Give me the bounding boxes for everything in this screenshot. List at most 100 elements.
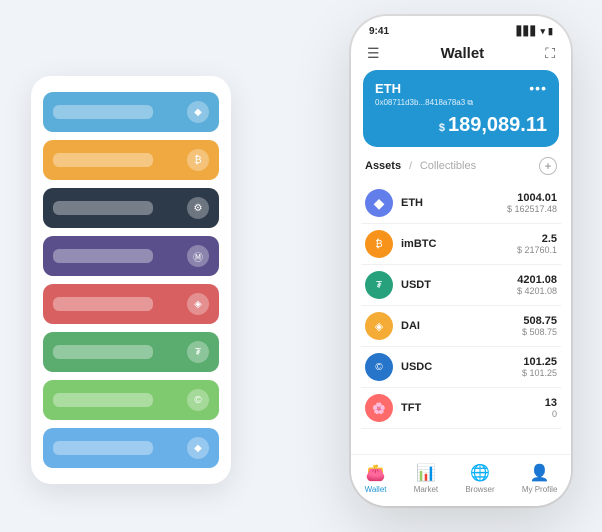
list-item[interactable]: ₿	[43, 140, 219, 180]
menu-icon[interactable]: ☰	[367, 45, 380, 62]
usdt-icon: ₮	[365, 271, 393, 299]
card-bar	[53, 441, 153, 455]
list-item[interactable]: Ⓜ	[43, 236, 219, 276]
table-row[interactable]: ₿ imBTC 2.5 $ 21760.1	[361, 224, 561, 265]
asset-amount: 508.75	[522, 315, 557, 327]
copy-icon[interactable]: ⧉	[467, 98, 473, 107]
eth-card[interactable]: ETH ••• 0x08711d3b...8418a78a3 ⧉ $189,08…	[363, 70, 559, 147]
card-icon: ⚙	[187, 197, 209, 219]
bottom-nav: 👛 Wallet 📊 Market 🌐 Browser 👤 My Profile	[351, 454, 571, 506]
card-bar	[53, 153, 153, 167]
card-icon: ◆	[187, 101, 209, 123]
nav-item-browser[interactable]: 🌐 Browser	[465, 463, 494, 494]
tft-icon: 🌸	[365, 394, 393, 422]
eth-icon: ◆	[365, 189, 393, 217]
market-nav-icon: 📊	[416, 463, 436, 483]
table-row[interactable]: ◆ ETH 1004.01 $ 162517.48	[361, 183, 561, 224]
table-row[interactable]: ₮ USDT 4201.08 $ 4201.08	[361, 265, 561, 306]
list-item[interactable]: ◈	[43, 284, 219, 324]
usdc-icon: ©	[365, 353, 393, 381]
battery-icon: ▮	[548, 26, 553, 37]
asset-usd: $ 508.75	[522, 327, 557, 337]
asset-amounts: 4201.08 $ 4201.08	[517, 274, 557, 296]
nav-item-market[interactable]: 📊 Market	[414, 463, 438, 494]
eth-card-label: ETH	[375, 81, 401, 96]
table-row[interactable]: 🌸 TFT 13 0	[361, 388, 561, 429]
card-bar	[53, 345, 153, 359]
asset-name: imBTC	[401, 238, 517, 250]
eth-card-address: 0x08711d3b...8418a78a3 ⧉	[375, 98, 547, 108]
asset-usd: $ 4201.08	[517, 286, 557, 296]
wifi-icon: ▾	[541, 26, 546, 37]
market-nav-label: Market	[414, 485, 438, 494]
table-row[interactable]: © USDC 101.25 $ 101.25	[361, 347, 561, 388]
asset-amounts: 101.25 $ 101.25	[522, 356, 557, 378]
asset-amount: 4201.08	[517, 274, 557, 286]
asset-amounts: 508.75 $ 508.75	[522, 315, 557, 337]
asset-usd: $ 162517.48	[507, 204, 557, 214]
asset-amounts: 2.5 $ 21760.1	[517, 233, 557, 255]
asset-name: USDC	[401, 361, 522, 373]
expand-icon[interactable]: ⛶	[545, 45, 555, 62]
status-bar: 9:41 ▋▋▋ ▾ ▮	[351, 16, 571, 41]
card-icon: Ⓜ	[187, 245, 209, 267]
asset-name: TFT	[401, 402, 545, 414]
card-icon: ₿	[187, 149, 209, 171]
tab-collectibles[interactable]: Collectibles	[420, 160, 476, 172]
profile-nav-icon: 👤	[530, 463, 550, 483]
list-item[interactable]: ₮	[43, 332, 219, 372]
phone-header: ☰ Wallet ⛶	[351, 41, 571, 70]
tab-assets[interactable]: Assets	[365, 160, 401, 172]
asset-amounts: 13 0	[545, 397, 557, 419]
phone-frame: 9:41 ▋▋▋ ▾ ▮ ☰ Wallet ⛶ ETH ••• 0x08711d…	[351, 16, 571, 506]
phone-body: ETH ••• 0x08711d3b...8418a78a3 ⧉ $189,08…	[351, 70, 571, 506]
asset-amount: 101.25	[522, 356, 557, 368]
list-item[interactable]: ◆	[43, 92, 219, 132]
eth-card-balance: $189,089.11	[375, 114, 547, 137]
list-item[interactable]: ⚙	[43, 188, 219, 228]
asset-amount: 1004.01	[507, 192, 557, 204]
list-item[interactable]: ◆	[43, 428, 219, 468]
assets-header: Assets / Collectibles +	[351, 157, 571, 183]
asset-usd: $ 101.25	[522, 368, 557, 378]
card-bar	[53, 249, 153, 263]
page-title: Wallet	[441, 45, 485, 62]
list-item[interactable]: ©	[43, 380, 219, 420]
add-asset-button[interactable]: +	[539, 157, 557, 175]
card-icon: ◈	[187, 293, 209, 315]
profile-nav-label: My Profile	[522, 485, 558, 494]
asset-amount: 13	[545, 397, 557, 409]
signal-icon: ▋▋▋	[517, 26, 538, 37]
tab-divider: /	[409, 161, 412, 172]
eth-card-menu[interactable]: •••	[529, 80, 547, 96]
card-bar	[53, 393, 153, 407]
browser-nav-label: Browser	[465, 485, 494, 494]
eth-card-header: ETH •••	[375, 80, 547, 96]
card-icon: ₮	[187, 341, 209, 363]
asset-name: DAI	[401, 320, 522, 332]
browser-nav-icon: 🌐	[470, 463, 490, 483]
table-row[interactable]: ◈ DAI 508.75 $ 508.75	[361, 306, 561, 347]
assets-tabs: Assets / Collectibles	[365, 160, 476, 172]
card-bar	[53, 105, 153, 119]
card-icon: ©	[187, 389, 209, 411]
asset-name: ETH	[401, 197, 507, 209]
nav-item-wallet[interactable]: 👛 Wallet	[365, 463, 387, 494]
asset-usd: $ 21760.1	[517, 245, 557, 255]
asset-name: USDT	[401, 279, 517, 291]
scene: ◆ ₿ ⚙ Ⓜ ◈ ₮ © ◆	[21, 16, 581, 516]
imbtc-icon: ₿	[365, 230, 393, 258]
nav-item-profile[interactable]: 👤 My Profile	[522, 463, 558, 494]
wallet-nav-label: Wallet	[365, 485, 387, 494]
asset-usd: 0	[545, 409, 557, 419]
card-icon: ◆	[187, 437, 209, 459]
card-stack: ◆ ₿ ⚙ Ⓜ ◈ ₮ © ◆	[31, 76, 231, 484]
card-bar	[53, 297, 153, 311]
dai-icon: ◈	[365, 312, 393, 340]
asset-amounts: 1004.01 $ 162517.48	[507, 192, 557, 214]
card-bar	[53, 201, 153, 215]
status-time: 9:41	[369, 26, 389, 37]
status-icons: ▋▋▋ ▾ ▮	[517, 26, 553, 37]
asset-amount: 2.5	[517, 233, 557, 245]
asset-list: ◆ ETH 1004.01 $ 162517.48 ₿ imBTC 2.5 $ …	[351, 183, 571, 454]
